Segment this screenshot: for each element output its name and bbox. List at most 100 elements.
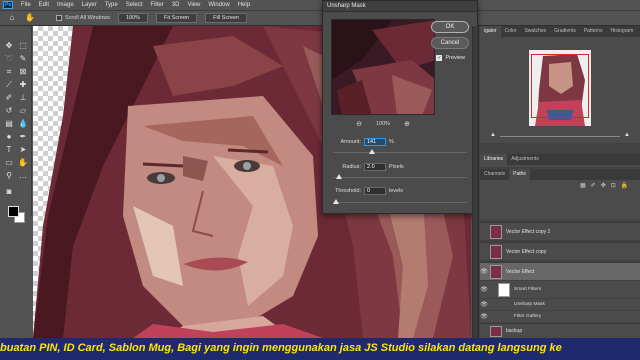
shape-icon[interactable]: ▭: [3, 157, 15, 168]
preview-zoom-value: 100%: [375, 120, 391, 127]
pen-icon[interactable]: ✒: [17, 131, 29, 142]
smart-filter-mask-thumbnail[interactable]: [498, 282, 510, 297]
menu-edit[interactable]: Edit: [35, 2, 53, 8]
move-icon[interactable]: ✥: [3, 40, 15, 51]
menu-window[interactable]: Window: [204, 2, 233, 8]
visibility-eye-icon[interactable]: 👁: [480, 268, 488, 275]
type-icon[interactable]: T: [3, 144, 15, 155]
preview-checkbox[interactable]: ✓ Preview: [436, 55, 465, 61]
menu-layer[interactable]: Layer: [78, 2, 101, 8]
hand-icon[interactable]: ✋: [24, 13, 36, 23]
menu-file[interactable]: File: [17, 2, 35, 8]
quick-select-icon[interactable]: ✎: [17, 53, 29, 64]
foreground-color-swatch[interactable]: [8, 206, 19, 217]
menu-type[interactable]: Type: [101, 2, 122, 8]
mountain-small-icon[interactable]: ▲: [490, 132, 496, 138]
threshold-slider-thumb[interactable]: [333, 199, 339, 204]
menu-select[interactable]: Select: [122, 2, 147, 8]
crop-icon[interactable]: ⌗: [3, 66, 15, 77]
radius-input[interactable]: 2.0: [364, 163, 386, 171]
fit-screen-button[interactable]: Fit Screen: [156, 13, 198, 23]
amount-input[interactable]: 141: [364, 138, 386, 146]
lock-pixels-icon[interactable]: ▦: [580, 182, 586, 189]
dodge-icon[interactable]: ●: [3, 131, 15, 142]
quick-mask-icon[interactable]: ◙: [3, 186, 15, 197]
zoom-out-icon[interactable]: ⊖: [356, 120, 362, 128]
tab-navigator[interactable]: igator: [480, 26, 501, 37]
tab-histogram[interactable]: Histogram: [606, 26, 637, 37]
tab-color[interactable]: Color: [501, 26, 521, 37]
lock-brush-icon[interactable]: ✐: [591, 182, 596, 189]
home-icon[interactable]: ⌂: [6, 13, 18, 23]
visibility-eye-icon[interactable]: 👁: [480, 313, 488, 320]
check-icon[interactable]: ✓: [436, 55, 443, 61]
lasso-icon[interactable]: ➰: [3, 53, 15, 64]
cancel-button[interactable]: Cancel: [431, 37, 469, 49]
mountain-large-icon[interactable]: ▲: [624, 132, 630, 138]
scroll-all-windows-checkbox[interactable]: Scroll All Windows: [56, 15, 110, 21]
gradient-icon[interactable]: ▤: [3, 118, 15, 129]
brush-icon[interactable]: ✐: [3, 92, 15, 103]
menu-help[interactable]: Help: [234, 2, 254, 8]
threshold-slider[interactable]: [333, 199, 467, 204]
blur-icon[interactable]: 💧: [17, 118, 29, 129]
smart-filters-row[interactable]: 👁 Smart Filters: [480, 281, 640, 298]
eyedropper-icon[interactable]: ⟋: [3, 79, 15, 90]
threshold-unit: levels: [389, 188, 404, 194]
layer-thumbnail: [490, 224, 502, 239]
checkbox-box[interactable]: [56, 15, 62, 21]
zoom-in-icon[interactable]: ⊕: [404, 120, 410, 128]
history-brush-icon[interactable]: ↺: [3, 105, 15, 116]
zoom-icon[interactable]: ⚲: [3, 170, 15, 181]
tab-gradients[interactable]: Gradients: [550, 26, 580, 37]
menu-3d[interactable]: 3D: [168, 2, 184, 8]
navigator-tabs: igator Color Swatches Gradients Patterns…: [480, 26, 640, 37]
layer-thumbnail: [490, 325, 502, 337]
layer-row[interactable]: Vector Effect copy: [480, 242, 640, 260]
radius-slider-thumb[interactable]: [335, 174, 342, 179]
amount-slider[interactable]: [333, 149, 467, 154]
tab-channels[interactable]: Channels: [480, 169, 509, 180]
ok-button[interactable]: OK: [431, 21, 469, 33]
path-select-icon[interactable]: ➤: [17, 144, 29, 155]
tab-adjustments[interactable]: Adjustments: [507, 154, 543, 165]
navigator-view-box[interactable]: [531, 54, 589, 118]
frame-icon[interactable]: ⊠: [17, 66, 29, 77]
layer-name: Vector Effect copy: [506, 248, 547, 255]
filter-row[interactable]: 👁 Unsharp Mask: [480, 299, 640, 310]
visibility-eye-icon[interactable]: 👁: [480, 286, 488, 293]
eraser-icon[interactable]: ▱: [17, 105, 29, 116]
marquee-icon[interactable]: ⬚: [17, 40, 29, 51]
hand-tool-icon[interactable]: ✋: [17, 157, 29, 168]
visibility-eye-icon[interactable]: 👁: [480, 301, 488, 308]
layer-row[interactable]: Vector Effect copy 2: [480, 222, 640, 240]
threshold-input[interactable]: 0: [364, 187, 386, 195]
tab-patterns[interactable]: Patterns: [580, 26, 607, 37]
amount-slider-thumb[interactable]: [368, 149, 375, 154]
tab-swatches[interactable]: Swatches: [520, 26, 550, 37]
collapsed-panel-strip[interactable]: [473, 26, 479, 338]
layer-row-selected[interactable]: 👁 Vector Effect: [480, 262, 640, 280]
stamp-icon[interactable]: ⊥: [17, 92, 29, 103]
menu-image[interactable]: Image: [53, 2, 78, 8]
lock-all-icon[interactable]: 🔒: [621, 182, 628, 189]
navigator-zoom-slider[interactable]: ▲ ▲: [490, 132, 630, 139]
navigator-thumbnail[interactable]: [529, 50, 591, 126]
menu-filter[interactable]: Filter: [146, 2, 167, 8]
lock-move-icon[interactable]: ✥: [601, 182, 606, 189]
zoom-100-button[interactable]: 100%: [117, 13, 149, 23]
layer-row[interactable]: backup: [480, 323, 640, 338]
layer-name: backup: [506, 328, 523, 334]
menu-view[interactable]: View: [183, 2, 204, 8]
tab-libraries[interactable]: Libraries: [480, 154, 508, 165]
filter-preview[interactable]: [331, 19, 435, 115]
zoom-track[interactable]: [500, 136, 620, 137]
filter-name: Filter Gallery: [514, 314, 542, 319]
lock-artboard-icon[interactable]: ⊡: [611, 182, 616, 189]
fill-screen-button[interactable]: Fill Screen: [205, 13, 248, 23]
healing-icon[interactable]: ✚: [17, 79, 29, 90]
radius-slider[interactable]: [333, 174, 467, 179]
filter-row[interactable]: 👁 Filter Gallery: [480, 311, 640, 322]
more-tools-icon[interactable]: …: [17, 170, 29, 181]
tab-paths[interactable]: Paths: [509, 169, 530, 180]
